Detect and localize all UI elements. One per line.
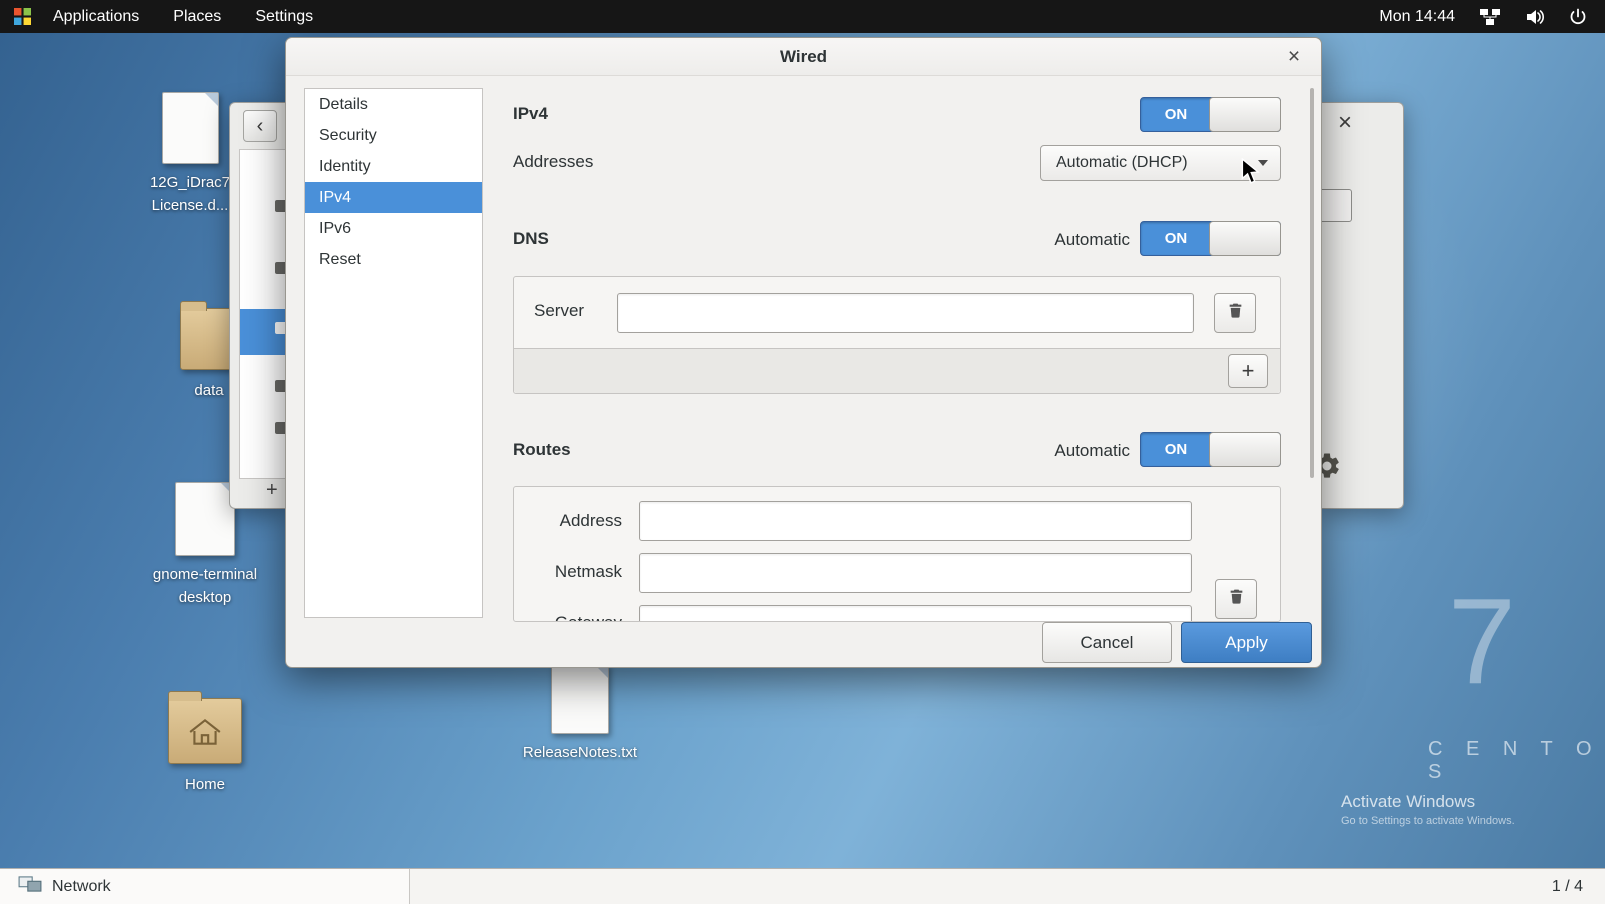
toggle-on-label: ON bbox=[1141, 433, 1211, 466]
server-label: Server bbox=[534, 301, 584, 321]
workspace-indicator: 1 / 4 bbox=[1552, 878, 1583, 896]
sidebar-item-ipv6[interactable]: IPv6 bbox=[305, 213, 482, 244]
network-settings-window-left-edge: ‹ + bbox=[229, 102, 286, 509]
network-window-icon bbox=[18, 875, 42, 898]
dns-section-label: DNS bbox=[513, 229, 549, 249]
ipv4-toggle[interactable]: ON bbox=[1140, 97, 1281, 132]
document-icon bbox=[162, 92, 219, 164]
desktop-icon-label: desktop bbox=[179, 587, 232, 610]
sidebar-item-ipv4[interactable]: IPv4 bbox=[305, 182, 482, 213]
route-netmask-input[interactable] bbox=[639, 553, 1192, 593]
desktop-screen: Applications Places Settings Mon 14:44 bbox=[0, 0, 1605, 904]
apply-button[interactable]: Apply bbox=[1181, 622, 1312, 663]
cancel-button[interactable]: Cancel bbox=[1042, 622, 1172, 663]
volume-icon[interactable] bbox=[1525, 8, 1545, 26]
toggle-on-label: ON bbox=[1141, 222, 1211, 255]
activate-line1: Activate Windows bbox=[1341, 792, 1515, 812]
topbar-menus: Applications Places Settings bbox=[14, 8, 313, 26]
centos-numeral-watermark: 7 bbox=[1448, 580, 1516, 702]
connection-list-fragment bbox=[239, 149, 286, 479]
dns-toggle[interactable]: ON bbox=[1140, 221, 1281, 256]
dns-server-frame: Server + bbox=[513, 276, 1281, 394]
desktop-icon-label: Home bbox=[185, 774, 225, 797]
taskbar-item-network[interactable]: Network bbox=[0, 869, 410, 904]
topbar-status-area: Mon 14:44 bbox=[1379, 8, 1587, 26]
toggle-on-label: ON bbox=[1141, 98, 1211, 131]
route-address-input[interactable] bbox=[639, 501, 1192, 541]
clock[interactable]: Mon 14:44 bbox=[1379, 8, 1455, 26]
sidebar-item-security[interactable]: Security bbox=[305, 120, 482, 151]
dns-frame-toolbar: + bbox=[514, 348, 1280, 393]
top-bar: Applications Places Settings Mon 14:44 bbox=[0, 0, 1605, 33]
desktop-icon-label: gnome-terminal bbox=[153, 564, 257, 587]
ipv4-section-label: IPv4 bbox=[513, 104, 548, 124]
routes-toggle[interactable]: ON bbox=[1140, 432, 1281, 467]
dns-automatic-label: Automatic bbox=[1030, 230, 1130, 250]
desktop-icon-label: License.d... bbox=[152, 195, 229, 218]
routes-section-label: Routes bbox=[513, 440, 571, 460]
trash-icon bbox=[1227, 302, 1244, 324]
activate-windows-notice: Activate Windows Go to Settings to activ… bbox=[1341, 792, 1515, 827]
distro-logo-icon bbox=[14, 8, 31, 25]
add-dns-server-button[interactable]: + bbox=[1228, 354, 1268, 388]
home-folder-icon bbox=[168, 698, 242, 764]
sidebar-item-reset[interactable]: Reset bbox=[305, 244, 482, 275]
menu-settings[interactable]: Settings bbox=[255, 8, 313, 26]
route-address-label: Address bbox=[534, 511, 622, 531]
menu-applications[interactable]: Applications bbox=[53, 8, 139, 26]
bottom-taskbar: Network 1 / 4 bbox=[0, 868, 1605, 904]
desktop-icon-release-notes[interactable]: ReleaseNotes.txt bbox=[495, 664, 665, 765]
toggle-knob[interactable] bbox=[1209, 432, 1281, 467]
centos-brand-watermark: C E N T O S bbox=[1428, 738, 1605, 784]
delete-route-button[interactable] bbox=[1215, 579, 1257, 619]
route-gateway-label: Gateway bbox=[534, 613, 622, 622]
route-netmask-label: Netmask bbox=[534, 562, 622, 582]
mouse-cursor bbox=[1240, 158, 1262, 191]
trash-icon bbox=[1228, 588, 1245, 610]
add-connection-button[interactable]: + bbox=[266, 479, 278, 502]
back-button[interactable]: ‹ bbox=[243, 110, 277, 142]
dialog-scrollbar[interactable] bbox=[1310, 88, 1314, 478]
addresses-dropdown-value: Automatic (DHCP) bbox=[1056, 154, 1188, 172]
dialog-title: Wired bbox=[780, 47, 827, 67]
dialog-sidebar: Details Security Identity IPv4 IPv6 Rese… bbox=[304, 88, 483, 618]
routes-automatic-label: Automatic bbox=[1030, 441, 1130, 461]
sidebar-item-identity[interactable]: Identity bbox=[305, 151, 482, 182]
routes-frame: Address Netmask Gateway bbox=[513, 486, 1281, 622]
menu-places[interactable]: Places bbox=[173, 8, 221, 26]
gear-icon[interactable] bbox=[1322, 451, 1342, 486]
network-settings-window-right-edge: × bbox=[1322, 102, 1404, 509]
activate-line2: Go to Settings to activate Windows. bbox=[1341, 815, 1515, 827]
document-icon bbox=[551, 664, 609, 734]
sidebar-item-details[interactable]: Details bbox=[305, 89, 482, 120]
network-tree-icon[interactable] bbox=[1479, 8, 1501, 26]
document-icon bbox=[175, 482, 235, 556]
taskbar-item-label: Network bbox=[52, 878, 111, 896]
addresses-label: Addresses bbox=[513, 152, 593, 172]
window-close-icon[interactable]: × bbox=[1338, 111, 1352, 135]
route-gateway-input[interactable] bbox=[639, 605, 1192, 622]
desktop-icon-label: data bbox=[194, 380, 223, 403]
delete-server-button[interactable] bbox=[1214, 293, 1256, 333]
house-icon bbox=[187, 717, 223, 751]
wired-settings-dialog: Wired × Details Security Identity IPv4 I… bbox=[285, 37, 1322, 668]
dialog-close-icon[interactable]: × bbox=[1281, 44, 1307, 70]
toggle-knob[interactable] bbox=[1209, 221, 1281, 256]
desktop-icon-label: 12G_iDrac7 bbox=[150, 172, 230, 195]
plus-icon: + bbox=[1242, 360, 1255, 382]
button-fragment bbox=[1322, 189, 1352, 222]
dialog-titlebar: Wired × bbox=[286, 38, 1321, 76]
toggle-knob[interactable] bbox=[1209, 97, 1281, 132]
power-icon[interactable] bbox=[1569, 8, 1587, 26]
desktop-icon-label: ReleaseNotes.txt bbox=[523, 742, 637, 765]
dns-server-input[interactable] bbox=[617, 293, 1194, 333]
desktop-icon-home[interactable]: Home bbox=[125, 690, 285, 797]
